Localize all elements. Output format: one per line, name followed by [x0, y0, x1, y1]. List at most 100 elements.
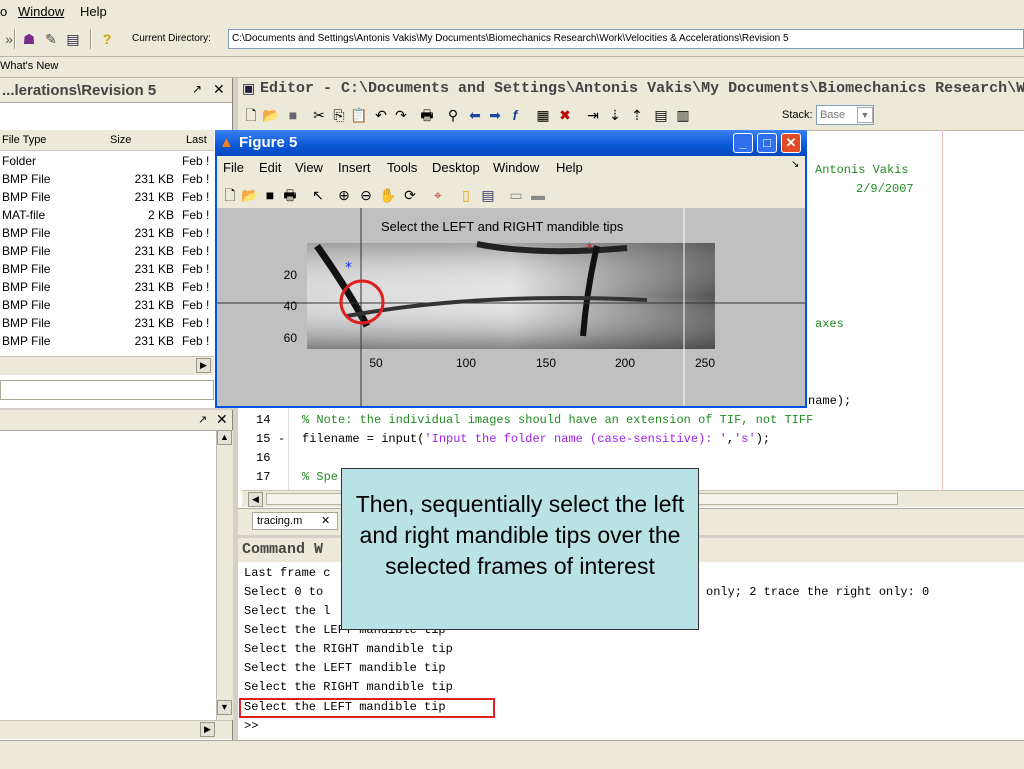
undock-icon[interactable]: ↗	[192, 82, 202, 96]
menu-edit[interactable]: Edit	[259, 160, 281, 175]
rotate-icon[interactable]: ⟳	[401, 186, 419, 204]
edit-plot-icon[interactable]: ↖	[309, 186, 327, 204]
maximize-icon[interactable]: □	[757, 133, 777, 153]
file-row[interactable]: BMP File 231 KB Feb !	[0, 224, 214, 242]
pan-icon[interactable]: ✋	[379, 186, 397, 204]
scroll-up-icon[interactable]: ▲	[217, 430, 232, 445]
back-icon[interactable]: ⬅	[466, 106, 484, 124]
file-row[interactable]: MAT-file 2 KB Feb !	[0, 206, 214, 224]
file-type-cell: BMP File	[2, 262, 51, 276]
step-in-icon[interactable]: ⇣	[606, 106, 624, 124]
find-icon[interactable]: ⚲	[444, 106, 462, 124]
zoom-in-icon[interactable]: ⊕	[335, 186, 353, 204]
history-vertical-scrollbar[interactable]: ▲ ▼	[216, 430, 233, 720]
breakpoint-dash[interactable]: -	[278, 432, 285, 446]
menu-window[interactable]: Window	[18, 4, 64, 19]
new-file-icon[interactable]: 🗋	[242, 106, 260, 124]
menu-help[interactable]: Help	[80, 4, 107, 19]
image-axes[interactable]: * * 50 100 150 200 250 20 40 60	[217, 208, 805, 406]
close-tab-icon[interactable]: ✕	[321, 514, 330, 527]
colorbar-icon[interactable]: ▯	[457, 186, 475, 204]
print-icon[interactable]: 🖶	[281, 186, 299, 204]
stack-select[interactable]: Base ▼	[816, 105, 874, 125]
save-icon[interactable]: ■	[284, 106, 302, 124]
menu-view[interactable]: View	[295, 160, 323, 175]
copy-icon[interactable]: ⎘	[330, 106, 348, 124]
chevron-down-icon[interactable]: ▼	[857, 107, 873, 123]
menu-desktop[interactable]: Desktop	[432, 160, 480, 175]
hide-tools-icon[interactable]: ▭	[507, 186, 525, 204]
scroll-right-icon[interactable]: ▶	[196, 358, 211, 373]
print-icon[interactable]: 🖶	[418, 106, 436, 124]
dock-arrow-icon[interactable]: ↘	[791, 159, 799, 170]
tab-tracing-m[interactable]: tracing.m ✕	[252, 512, 338, 530]
file-date-cell: Feb !	[182, 298, 210, 312]
profiler-icon[interactable]: ▤	[64, 30, 82, 48]
function-icon[interactable]: f	[506, 106, 524, 124]
data-cursor-icon[interactable]: ⌖	[429, 186, 447, 204]
cut-icon[interactable]: ✂	[310, 106, 328, 124]
horizontal-scrollbar[interactable]: ▶	[0, 356, 214, 375]
command-prompt[interactable]: >>	[244, 719, 258, 733]
step-icon[interactable]: ⇥	[584, 106, 602, 124]
file-row[interactable]: BMP File 231 KB Feb !	[0, 260, 214, 278]
file-row[interactable]: BMP File 231 KB Feb !	[0, 278, 214, 296]
current-directory-title-bar: ...lerations\Revision 5 ↗ ✕	[0, 78, 232, 103]
code-line-17[interactable]: % Spe	[302, 470, 338, 484]
help-icon[interactable]: ?	[98, 30, 116, 48]
file-row[interactable]: BMP File 231 KB Feb !	[0, 332, 214, 350]
scroll-down-icon[interactable]: ▼	[217, 700, 232, 715]
menu-window[interactable]: Window	[493, 160, 539, 175]
menu-tools[interactable]: Tools	[387, 160, 417, 175]
legend-icon[interactable]: ▤	[479, 186, 497, 204]
menu-partial[interactable]: o	[0, 4, 7, 19]
scroll-right-icon[interactable]: ▶	[200, 722, 215, 737]
figure-title-bar[interactable]: ▲ Figure 5 _ □ ✕	[215, 130, 807, 156]
current-directory-input[interactable]: C:\Documents and Settings\Antonis Vakis\…	[228, 29, 1024, 49]
simulink-icon[interactable]: ☗	[20, 30, 38, 48]
figure-canvas[interactable]: Select the LEFT and RIGHT mandible tips …	[217, 208, 805, 406]
exit-debug-icon[interactable]: ▥	[674, 106, 692, 124]
redo-icon[interactable]: ↷	[392, 106, 410, 124]
code-line-15[interactable]: filename = input('Input the folder name …	[302, 432, 770, 446]
show-tools-icon[interactable]: ▬	[529, 186, 547, 204]
close-icon[interactable]: ✕	[216, 411, 228, 428]
col-file-type[interactable]: File Type	[2, 134, 46, 146]
file-row[interactable]: BMP File 231 KB Feb !	[0, 296, 214, 314]
code-line-14[interactable]: % Note: the individual images should hav…	[302, 413, 813, 427]
guide-icon[interactable]: ✎	[42, 30, 60, 48]
save-icon[interactable]: ■	[261, 186, 279, 204]
zoom-out-icon[interactable]: ⊖	[357, 186, 375, 204]
forward-icon[interactable]: ➡	[486, 106, 504, 124]
new-figure-icon[interactable]: 🗋	[221, 186, 239, 204]
file-row[interactable]: BMP File 231 KB Feb !	[0, 170, 214, 188]
history-horizontal-scrollbar[interactable]: ▶	[0, 720, 232, 739]
menu-help[interactable]: Help	[556, 160, 583, 175]
step-out-icon[interactable]: ⇡	[628, 106, 646, 124]
code-string: 'Input the folder name (case-sensitive):…	[424, 432, 727, 446]
minimize-icon[interactable]: _	[733, 133, 753, 153]
open-icon[interactable]: 📂	[262, 106, 280, 124]
file-row[interactable]: Folder Feb !	[0, 152, 214, 170]
file-date-cell: Feb !	[182, 226, 210, 240]
col-last[interactable]: Last	[186, 134, 207, 146]
file-date-cell: Feb !	[182, 190, 210, 204]
close-icon[interactable]: ✕	[781, 133, 801, 153]
scroll-left-icon[interactable]: ◀	[248, 492, 263, 507]
file-row[interactable]: BMP File 231 KB Feb !	[0, 314, 214, 332]
continue-icon[interactable]: ▤	[652, 106, 670, 124]
status-bar	[0, 740, 1024, 769]
clear-breakpoint-icon[interactable]: ✖	[556, 106, 574, 124]
menu-file[interactable]: File	[223, 160, 244, 175]
whats-new-link[interactable]: What's New	[0, 60, 58, 72]
menu-insert[interactable]: Insert	[338, 160, 371, 175]
file-row[interactable]: BMP File 231 KB Feb !	[0, 242, 214, 260]
close-icon[interactable]: ✕	[213, 81, 225, 98]
col-size[interactable]: Size	[110, 134, 131, 146]
undo-icon[interactable]: ↶	[372, 106, 390, 124]
undock-icon[interactable]: ↗	[198, 413, 207, 426]
file-row[interactable]: BMP File 231 KB Feb !	[0, 188, 214, 206]
open-icon[interactable]: 📂	[241, 186, 259, 204]
set-breakpoint-icon[interactable]: ▦	[534, 106, 552, 124]
paste-icon[interactable]: 📋	[350, 106, 368, 124]
